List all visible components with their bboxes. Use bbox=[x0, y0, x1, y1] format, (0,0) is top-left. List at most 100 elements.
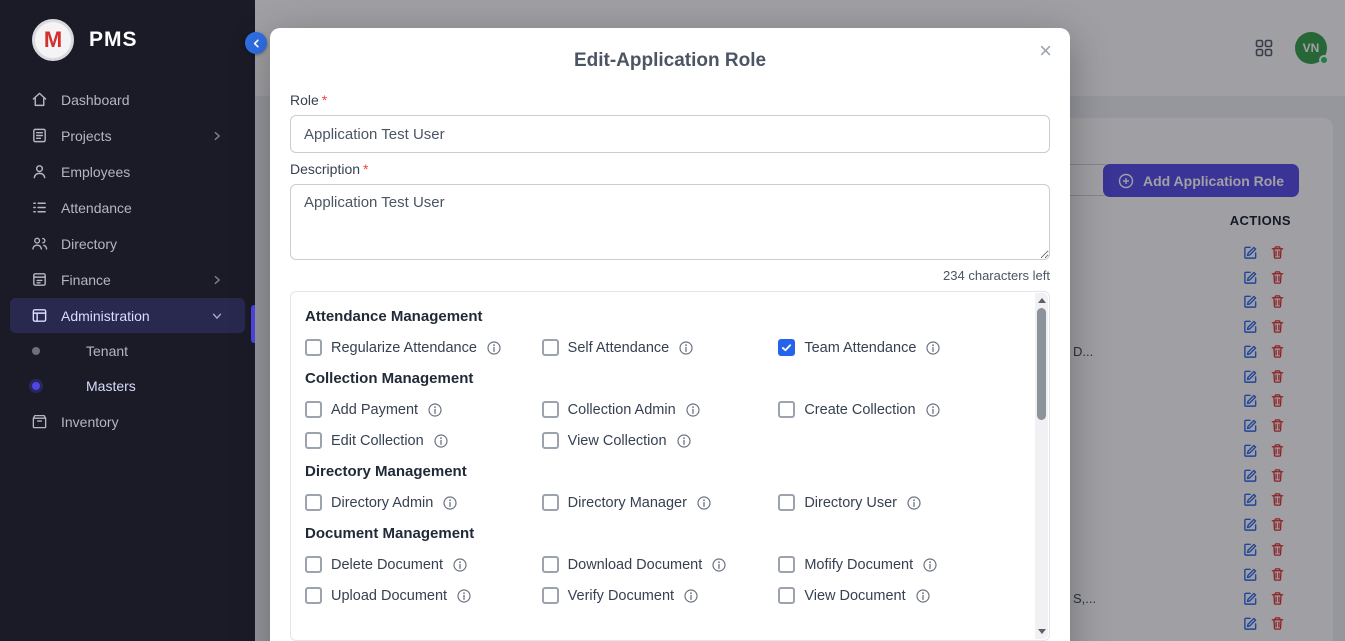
list-icon bbox=[31, 199, 48, 216]
info-icon[interactable] bbox=[907, 496, 921, 510]
sidebar-subitem-tenant[interactable]: Tenant bbox=[10, 334, 245, 368]
permission-label: Edit Collection bbox=[331, 433, 424, 449]
box-icon bbox=[31, 413, 48, 430]
modal-body: Role* Description* Application Test User… bbox=[270, 72, 1070, 641]
finance-icon bbox=[31, 271, 48, 288]
sidebar: M PMS Dashboard Projects Employees Atten… bbox=[0, 0, 255, 641]
permission-checkbox[interactable] bbox=[778, 556, 795, 573]
info-icon[interactable] bbox=[926, 341, 940, 355]
info-icon[interactable] bbox=[684, 589, 698, 603]
permission-item: View Document bbox=[778, 587, 1015, 604]
permission-item: Download Document bbox=[542, 556, 779, 573]
sidebar-item-dashboard[interactable]: Dashboard bbox=[10, 82, 245, 117]
sidebar-item-finance[interactable]: Finance bbox=[10, 262, 245, 297]
permission-checkbox[interactable] bbox=[305, 494, 322, 511]
permission-item: Create Collection bbox=[778, 401, 1015, 418]
app-name: PMS bbox=[89, 28, 138, 52]
sidebar-item-label: Employees bbox=[61, 164, 130, 180]
section-title: Document Management bbox=[305, 525, 1015, 542]
info-icon[interactable] bbox=[686, 403, 700, 417]
permission-checkbox[interactable] bbox=[778, 339, 795, 356]
description-label-text: Description bbox=[290, 161, 360, 177]
description-field-label: Description* bbox=[290, 161, 1050, 177]
sidebar-item-administration[interactable]: Administration bbox=[10, 298, 245, 333]
required-asterisk: * bbox=[322, 92, 327, 108]
chevron-right-icon bbox=[211, 130, 223, 142]
permission-checkbox[interactable] bbox=[305, 587, 322, 604]
description-textarea[interactable]: Application Test User bbox=[290, 184, 1050, 260]
administration-icon bbox=[31, 307, 48, 324]
sidebar-collapse-button[interactable] bbox=[245, 32, 267, 54]
sidebar-item-label: Inventory bbox=[61, 414, 119, 430]
permission-item: Add Payment bbox=[305, 401, 542, 418]
permission-checkbox[interactable] bbox=[542, 339, 559, 356]
permission-item: Self Attendance bbox=[542, 339, 779, 356]
role-input[interactable] bbox=[290, 115, 1050, 153]
permission-checkbox[interactable] bbox=[542, 556, 559, 573]
permission-grid: Regularize Attendance Self Attendance Te… bbox=[305, 339, 1015, 356]
permissions-scrollbar[interactable] bbox=[1035, 293, 1048, 639]
person-icon bbox=[31, 163, 48, 180]
permission-checkbox[interactable] bbox=[305, 432, 322, 449]
home-icon bbox=[31, 91, 48, 108]
sidebar-subitem-masters[interactable]: Masters bbox=[10, 369, 245, 403]
scroll-down-arrow-icon[interactable] bbox=[1035, 625, 1048, 638]
info-icon[interactable] bbox=[712, 558, 726, 572]
info-icon[interactable] bbox=[916, 589, 930, 603]
close-icon[interactable]: × bbox=[1039, 40, 1052, 62]
permission-label: View Document bbox=[804, 588, 905, 604]
info-icon[interactable] bbox=[428, 403, 442, 417]
permission-checkbox[interactable] bbox=[542, 587, 559, 604]
sidebar-item-attendance[interactable]: Attendance bbox=[10, 190, 245, 225]
sidebar-item-label: Projects bbox=[61, 128, 112, 144]
info-icon[interactable] bbox=[487, 341, 501, 355]
sidebar-item-directory[interactable]: Directory bbox=[10, 226, 245, 261]
role-label-text: Role bbox=[290, 92, 319, 108]
info-icon[interactable] bbox=[453, 558, 467, 572]
section-title: Attendance Management bbox=[305, 308, 1015, 325]
edit-application-role-modal: Edit-Application Role × Role* Descriptio… bbox=[270, 28, 1070, 641]
section-title: Collection Management bbox=[305, 370, 1015, 387]
permission-label: Regularize Attendance bbox=[331, 340, 477, 356]
sidebar-item-label: Attendance bbox=[61, 200, 132, 216]
info-icon[interactable] bbox=[679, 341, 693, 355]
permissions-sections: Attendance Management Regularize Attenda… bbox=[291, 292, 1049, 604]
modal-title: Edit-Application Role bbox=[270, 50, 1070, 72]
sidebar-nav: Dashboard Projects Employees Attendance … bbox=[0, 79, 255, 439]
bullet-icon bbox=[32, 347, 40, 355]
sidebar-item-label: Administration bbox=[61, 308, 150, 324]
info-icon[interactable] bbox=[677, 434, 691, 448]
info-icon[interactable] bbox=[457, 589, 471, 603]
info-icon[interactable] bbox=[926, 403, 940, 417]
permission-checkbox[interactable] bbox=[542, 401, 559, 418]
projects-icon bbox=[31, 127, 48, 144]
permission-checkbox[interactable] bbox=[305, 401, 322, 418]
permission-checkbox[interactable] bbox=[778, 494, 795, 511]
permission-checkbox[interactable] bbox=[542, 494, 559, 511]
section-title: Directory Management bbox=[305, 463, 1015, 480]
info-icon[interactable] bbox=[923, 558, 937, 572]
logo-icon: M bbox=[32, 19, 74, 61]
scroll-up-arrow-icon[interactable] bbox=[1035, 294, 1048, 307]
info-icon[interactable] bbox=[434, 434, 448, 448]
info-icon[interactable] bbox=[697, 496, 711, 510]
permission-checkbox[interactable] bbox=[542, 432, 559, 449]
permission-label: Directory Admin bbox=[331, 495, 433, 511]
sidebar-item-projects[interactable]: Projects bbox=[10, 118, 245, 153]
sidebar-item-label: Directory bbox=[61, 236, 117, 252]
permission-checkbox[interactable] bbox=[778, 401, 795, 418]
permission-checkbox[interactable] bbox=[778, 587, 795, 604]
sidebar-item-inventory[interactable]: Inventory bbox=[10, 404, 245, 439]
permission-label: Directory User bbox=[804, 495, 897, 511]
permission-grid: Delete Document Download Document Mofify… bbox=[305, 556, 1015, 604]
sidebar-item-employees[interactable]: Employees bbox=[10, 154, 245, 189]
permission-label: Collection Admin bbox=[568, 402, 676, 418]
info-icon[interactable] bbox=[443, 496, 457, 510]
scrollbar-thumb[interactable] bbox=[1037, 308, 1046, 420]
permission-label: Delete Document bbox=[331, 557, 443, 573]
permission-item: Verify Document bbox=[542, 587, 779, 604]
permission-checkbox[interactable] bbox=[305, 339, 322, 356]
people-icon bbox=[31, 235, 48, 252]
permission-item: Directory Manager bbox=[542, 494, 779, 511]
permission-checkbox[interactable] bbox=[305, 556, 322, 573]
